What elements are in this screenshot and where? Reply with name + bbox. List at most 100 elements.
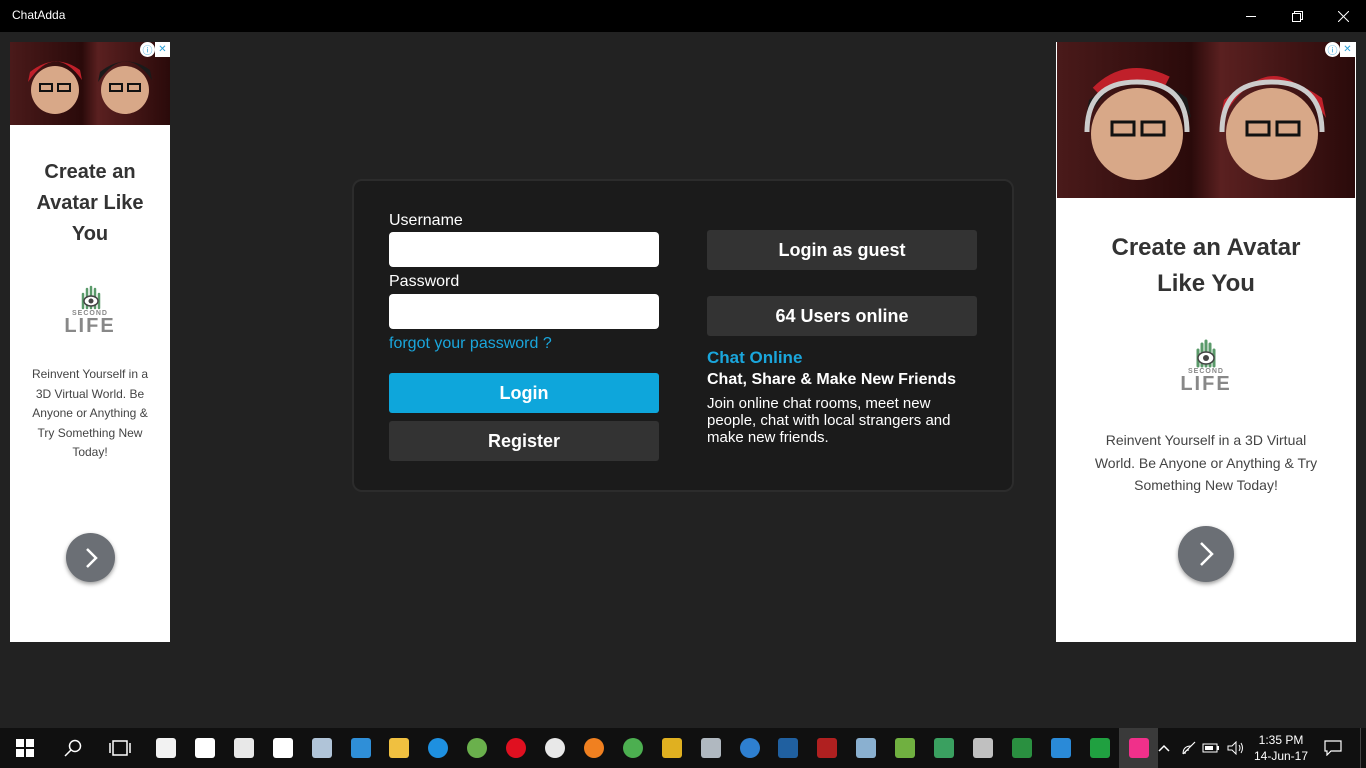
taskbar-app-button[interactable] <box>496 728 535 768</box>
video-icon <box>972 738 993 758</box>
task-view-button[interactable] <box>100 728 139 768</box>
network-button[interactable] <box>1178 728 1200 768</box>
firefox-icon <box>583 738 604 758</box>
chevron-up-icon <box>1158 744 1170 752</box>
taskbar-app-button[interactable] <box>1041 728 1080 768</box>
ad-right[interactable]: ⓘ ✕ Create an Avatar Like You SECOND LIF… <box>1056 42 1356 642</box>
taskbar-app-button[interactable] <box>730 728 769 768</box>
taskbar-app-button[interactable] <box>341 728 380 768</box>
window-title: ChatAdda <box>12 8 66 22</box>
triangle-app-icon <box>1089 738 1110 758</box>
login-as-guest-button[interactable]: Login as guest <box>707 230 977 270</box>
logo-big-text: LIFE <box>1180 373 1232 395</box>
start-button[interactable] <box>5 728 44 768</box>
show-desktop-button[interactable] <box>1360 728 1366 768</box>
mail-icon <box>272 738 293 758</box>
code-icon <box>1011 738 1032 758</box>
title-bar: ChatAdda <box>0 0 1366 32</box>
second-life-logo: SECOND LIFE <box>10 284 170 336</box>
ad-left-description[interactable]: Reinvent Yourself in a 3D Virtual World.… <box>10 335 170 463</box>
ad-info-icon[interactable]: ⓘ <box>1325 42 1340 57</box>
taskbar-app-button[interactable] <box>574 728 613 768</box>
ad-right-headline[interactable]: Create an Avatar Like You <box>1056 198 1356 302</box>
forgot-password-link[interactable]: forgot your password ? <box>389 335 552 353</box>
ad-left-image[interactable]: ⓘ ✕ <box>10 42 170 125</box>
login-button[interactable]: Login <box>389 373 659 413</box>
ad-left-headline[interactable]: Create an Avatar Like You <box>10 125 170 250</box>
task-view-icon <box>108 740 131 756</box>
maps-icon <box>466 738 487 758</box>
taskbar-app-button[interactable] <box>1002 728 1041 768</box>
login-panel: Username Password forgot your password ?… <box>352 179 1014 492</box>
calculator-icon <box>233 738 254 758</box>
close-button[interactable] <box>1320 0 1366 32</box>
register-button[interactable]: Register <box>389 421 659 461</box>
search-button[interactable] <box>53 728 92 768</box>
taskbar-app-button[interactable] <box>535 728 574 768</box>
taskbar-app-button[interactable] <box>885 728 924 768</box>
second-life-logo: SECOND LIFE <box>1056 338 1356 395</box>
volume-button[interactable] <box>1224 728 1248 768</box>
ad-close-icon[interactable]: ✕ <box>155 42 170 57</box>
clock-time: 1:35 PM <box>1258 733 1304 747</box>
ad-left-next-button[interactable] <box>66 533 115 582</box>
username-label: Username <box>389 212 463 229</box>
notes-app-icon <box>855 738 876 758</box>
taskbar-app-button[interactable] <box>379 728 418 768</box>
password-input[interactable] <box>389 294 659 329</box>
scanner-icon <box>311 738 332 758</box>
spreadsheet-icon <box>894 738 915 758</box>
ad-left[interactable]: ⓘ ✕ Create an Avatar Like You SECOND LIF… <box>10 42 170 642</box>
opera-dev-icon <box>544 738 565 758</box>
close-icon <box>1337 10 1349 22</box>
ad-right-next-button[interactable] <box>1178 526 1234 582</box>
promo-title: Chat Online <box>707 348 803 367</box>
minimize-button[interactable] <box>1228 0 1274 32</box>
taskbar-app-button[interactable] <box>846 728 885 768</box>
taskbar-app-button[interactable] <box>924 728 963 768</box>
chevron-right-icon <box>85 547 98 568</box>
show-hidden-icons-button[interactable] <box>1152 728 1176 768</box>
taskbar-app-button[interactable] <box>613 728 652 768</box>
search-icon <box>63 739 81 757</box>
dolby-icon <box>777 738 798 758</box>
taskbar-app-button[interactable] <box>963 728 1002 768</box>
minimize-icon <box>1245 15 1256 17</box>
ad-close-icon[interactable]: ✕ <box>1340 42 1355 57</box>
scissors-icon <box>1050 738 1071 758</box>
shield-app-icon <box>816 738 837 758</box>
windows-icon <box>15 739 34 757</box>
taskbar-app-button[interactable] <box>457 728 496 768</box>
taskbar-app-button[interactable] <box>185 728 224 768</box>
taskbar-app-button[interactable] <box>1080 728 1119 768</box>
username-input[interactable] <box>389 232 659 267</box>
ad-info-icon[interactable]: ⓘ <box>140 42 155 57</box>
taskbar-app-button[interactable] <box>768 728 807 768</box>
ad-right-image[interactable]: ⓘ ✕ <box>1057 42 1355 198</box>
file-explorer-icon <box>388 738 409 758</box>
chevron-right-icon <box>1200 542 1214 566</box>
ad-right-description[interactable]: Reinvent Yourself in a 3D Virtual World.… <box>1056 393 1356 497</box>
taskbar-app-button[interactable] <box>807 728 846 768</box>
pie-chart-icon <box>739 738 760 758</box>
edge-icon <box>427 738 448 758</box>
taskbar-app-button[interactable] <box>302 728 341 768</box>
taskbar-app-button[interactable] <box>418 728 457 768</box>
taskbar-app-button[interactable] <box>146 728 185 768</box>
clock-date: 14-Jun-17 <box>1253 749 1309 763</box>
wifi-icon <box>1182 741 1196 755</box>
clock[interactable]: 1:35 PM 14-Jun-17 <box>1252 732 1310 764</box>
battery-icon <box>1202 743 1219 753</box>
paint-icon <box>700 738 721 758</box>
taskbar-app-button[interactable] <box>263 728 302 768</box>
taskbar-app-button[interactable] <box>224 728 263 768</box>
taskbar-app-button[interactable] <box>652 728 691 768</box>
restore-button[interactable] <box>1274 0 1320 32</box>
password-label: Password <box>389 273 460 290</box>
taskbar-app-button[interactable] <box>691 728 730 768</box>
settings-icon <box>194 738 215 758</box>
taskbar: 1:35 PM 14-Jun-17 <box>0 728 1366 768</box>
users-online-button[interactable]: 64 Users online <box>707 296 977 336</box>
action-center-button[interactable] <box>1318 728 1348 768</box>
battery-button[interactable] <box>1200 728 1222 768</box>
